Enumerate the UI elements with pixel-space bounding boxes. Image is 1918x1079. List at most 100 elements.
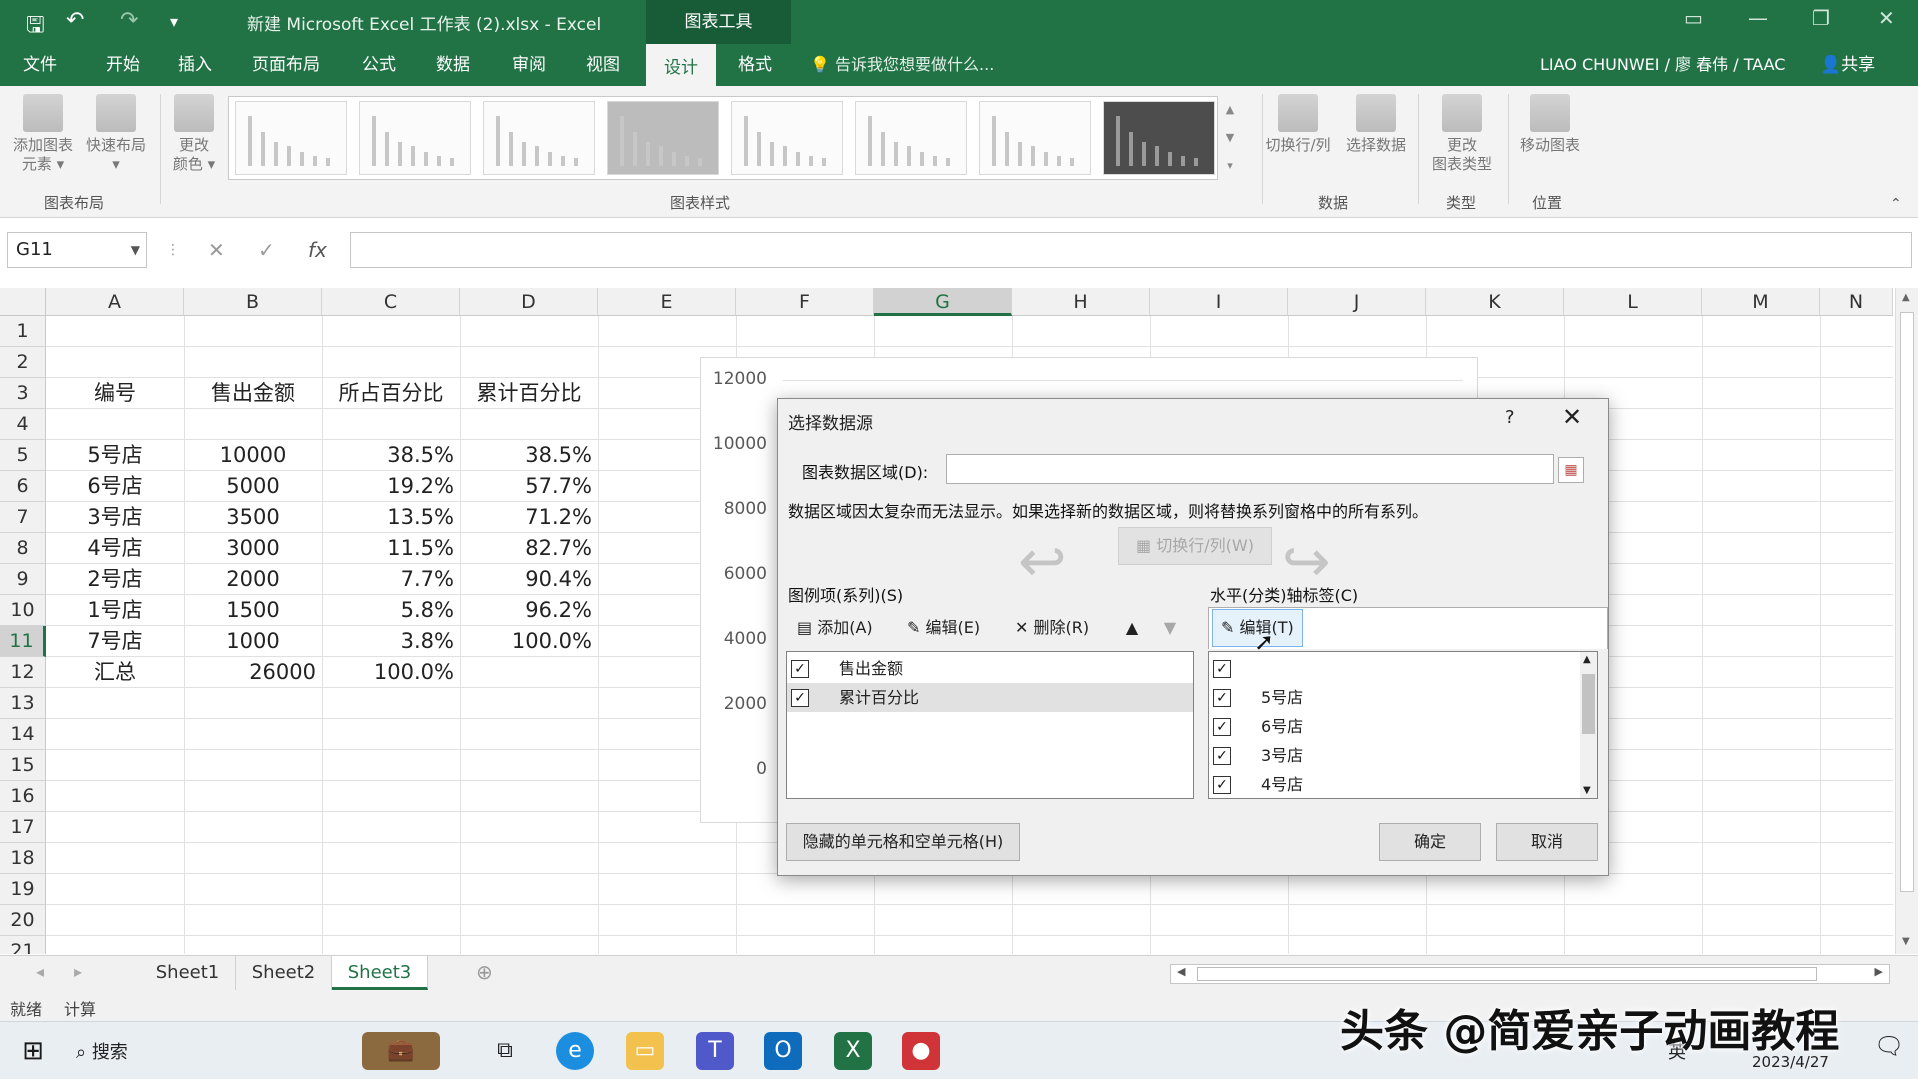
windows-start-icon[interactable]: ⊞ [14, 1032, 52, 1070]
table-cell[interactable]: 3号店 [46, 502, 184, 533]
close-icon[interactable]: ✕ [1562, 403, 1582, 431]
chevron-down-icon[interactable]: ▼ [131, 233, 140, 267]
checkbox-checked-icon[interactable]: ✓ [1213, 776, 1231, 794]
scroll-left-icon[interactable]: ◀ [1177, 965, 1185, 978]
row-header[interactable]: 16 [0, 781, 46, 812]
table-cell[interactable]: 71.2% [460, 502, 598, 533]
row-header[interactable]: 6 [0, 471, 46, 502]
table-cell[interactable]: 7.7% [322, 564, 460, 595]
checkbox-checked-icon[interactable]: ✓ [1213, 718, 1231, 736]
scroll-right-icon[interactable]: ▶ [1875, 965, 1883, 978]
name-box[interactable]: G11 ▼ [7, 232, 147, 268]
row-header[interactable]: 20 [0, 905, 46, 936]
column-header[interactable]: M [1702, 288, 1820, 316]
row-header[interactable]: 2 [0, 347, 46, 378]
enter-icon[interactable]: ✓ [258, 238, 275, 262]
checkbox-checked-icon[interactable]: ✓ [1213, 747, 1231, 765]
row-header[interactable]: 14 [0, 719, 46, 750]
tab-view[interactable]: 视图 [568, 44, 638, 86]
total-cell[interactable]: 26000 [184, 657, 322, 688]
outlook-icon[interactable]: O [764, 1032, 802, 1070]
table-cell[interactable]: 2000 [184, 564, 322, 595]
table-cell[interactable]: 1000 [184, 626, 322, 657]
row-header-selected[interactable]: 11 [0, 626, 46, 657]
gallery-scroll[interactable]: ▲ ▼ ▾ [1222, 96, 1238, 180]
restore-icon[interactable]: ❐ [1812, 6, 1830, 30]
row-header[interactable]: 13 [0, 688, 46, 719]
column-header[interactable]: N [1820, 288, 1893, 316]
scroll-up-icon[interactable]: ▲ [1902, 292, 1910, 303]
column-header[interactable]: H [1012, 288, 1150, 316]
tell-me-search[interactable]: 💡 告诉我您想要做什么... [810, 44, 994, 86]
list-item[interactable]: ✓ 累计百分比 [787, 683, 1193, 712]
header-cell[interactable]: 累计百分比 [460, 378, 598, 409]
table-cell[interactable]: 100.0% [460, 626, 598, 657]
chevron-up-icon[interactable]: ▲ [1583, 654, 1591, 665]
table-cell[interactable]: 7号店 [46, 626, 184, 657]
column-header[interactable]: E [598, 288, 736, 316]
chart-style-thumb[interactable] [979, 101, 1091, 175]
tab-home[interactable]: 开始 [88, 44, 158, 86]
chart-style-thumb[interactable] [483, 101, 595, 175]
row-header[interactable]: 1 [0, 316, 46, 347]
table-cell[interactable]: 90.4% [460, 564, 598, 595]
checkbox-checked-icon[interactable]: ✓ [1213, 660, 1231, 678]
change-chart-type-button[interactable]: 更改 图表类型 [1422, 94, 1502, 174]
row-header[interactable]: 7 [0, 502, 46, 533]
minimize-icon[interactable]: — [1748, 6, 1768, 30]
column-header[interactable]: K [1426, 288, 1564, 316]
table-cell[interactable]: 1500 [184, 595, 322, 626]
column-header[interactable]: L [1564, 288, 1702, 316]
table-cell[interactable]: 11.5% [322, 533, 460, 564]
quick-layout-button[interactable]: 快速布局 ▾ [80, 94, 152, 174]
remove-series-button[interactable]: ✕ 删除(R) [1006, 609, 1099, 647]
tab-design[interactable]: 设计 [646, 44, 716, 86]
scroll-thumb[interactable] [1900, 312, 1914, 892]
tab-insert[interactable]: 插入 [160, 44, 230, 86]
task-view-icon[interactable]: ⧉ [486, 1032, 524, 1070]
chart-style-thumb[interactable] [855, 101, 967, 175]
close-window-icon[interactable]: ✕ [1878, 6, 1895, 30]
row-header[interactable]: 10 [0, 595, 46, 626]
list-item[interactable]: ✓ 3号店 [1209, 741, 1597, 770]
tab-data[interactable]: 数据 [418, 44, 488, 86]
total-label-cell[interactable]: 汇总 [46, 657, 184, 688]
column-header[interactable]: D [460, 288, 598, 316]
edge-browser-icon[interactable]: e [556, 1032, 594, 1070]
table-cell[interactable]: 13.5% [322, 502, 460, 533]
table-cell[interactable]: 3.8% [322, 626, 460, 657]
insert-function-icon[interactable]: fx [308, 238, 327, 262]
briefcase-icon[interactable]: 💼 [362, 1032, 440, 1070]
row-header[interactable]: 15 [0, 750, 46, 781]
tab-formulas[interactable]: 公式 [344, 44, 414, 86]
row-header[interactable]: 17 [0, 812, 46, 843]
table-cell[interactable]: 10000 [184, 440, 322, 471]
header-cell[interactable]: 售出金额 [184, 378, 322, 409]
row-header[interactable]: 12 [0, 657, 46, 688]
table-cell[interactable]: 38.5% [460, 440, 598, 471]
table-cell[interactable]: 2号店 [46, 564, 184, 595]
header-cell[interactable]: 编号 [46, 378, 184, 409]
sheet-tab[interactable]: Sheet1 [140, 956, 236, 990]
status-calculate[interactable]: 计算 [64, 996, 96, 1020]
table-cell[interactable]: 57.7% [460, 471, 598, 502]
chevron-down-icon[interactable]: ▼ [1583, 785, 1591, 796]
scroll-thumb[interactable] [1582, 674, 1595, 734]
cancel-button[interactable]: 取消 [1496, 823, 1598, 861]
row-header[interactable]: 9 [0, 564, 46, 595]
table-cell[interactable]: 19.2% [322, 471, 460, 502]
table-cell[interactable]: 3500 [184, 502, 322, 533]
checkbox-checked-icon[interactable]: ✓ [791, 660, 809, 678]
table-cell[interactable]: 96.2% [460, 595, 598, 626]
tab-page-layout[interactable]: 页面布局 [236, 44, 336, 86]
list-scrollbar[interactable]: ▲ ▼ [1580, 652, 1597, 798]
column-header-selected[interactable]: G [874, 288, 1012, 316]
move-down-button[interactable]: ▼ [1152, 609, 1188, 647]
recorder-icon[interactable]: ● [902, 1032, 940, 1070]
chart-style-thumb[interactable] [1103, 101, 1215, 175]
cancel-icon[interactable]: ✕ [208, 238, 225, 262]
header-cell[interactable]: 所占百分比 [322, 378, 460, 409]
list-item[interactable]: ✓ 4号店 [1209, 770, 1597, 799]
add-chart-element-button[interactable]: 添加图表 元素 ▾ [4, 94, 82, 174]
column-header[interactable]: J [1288, 288, 1426, 316]
